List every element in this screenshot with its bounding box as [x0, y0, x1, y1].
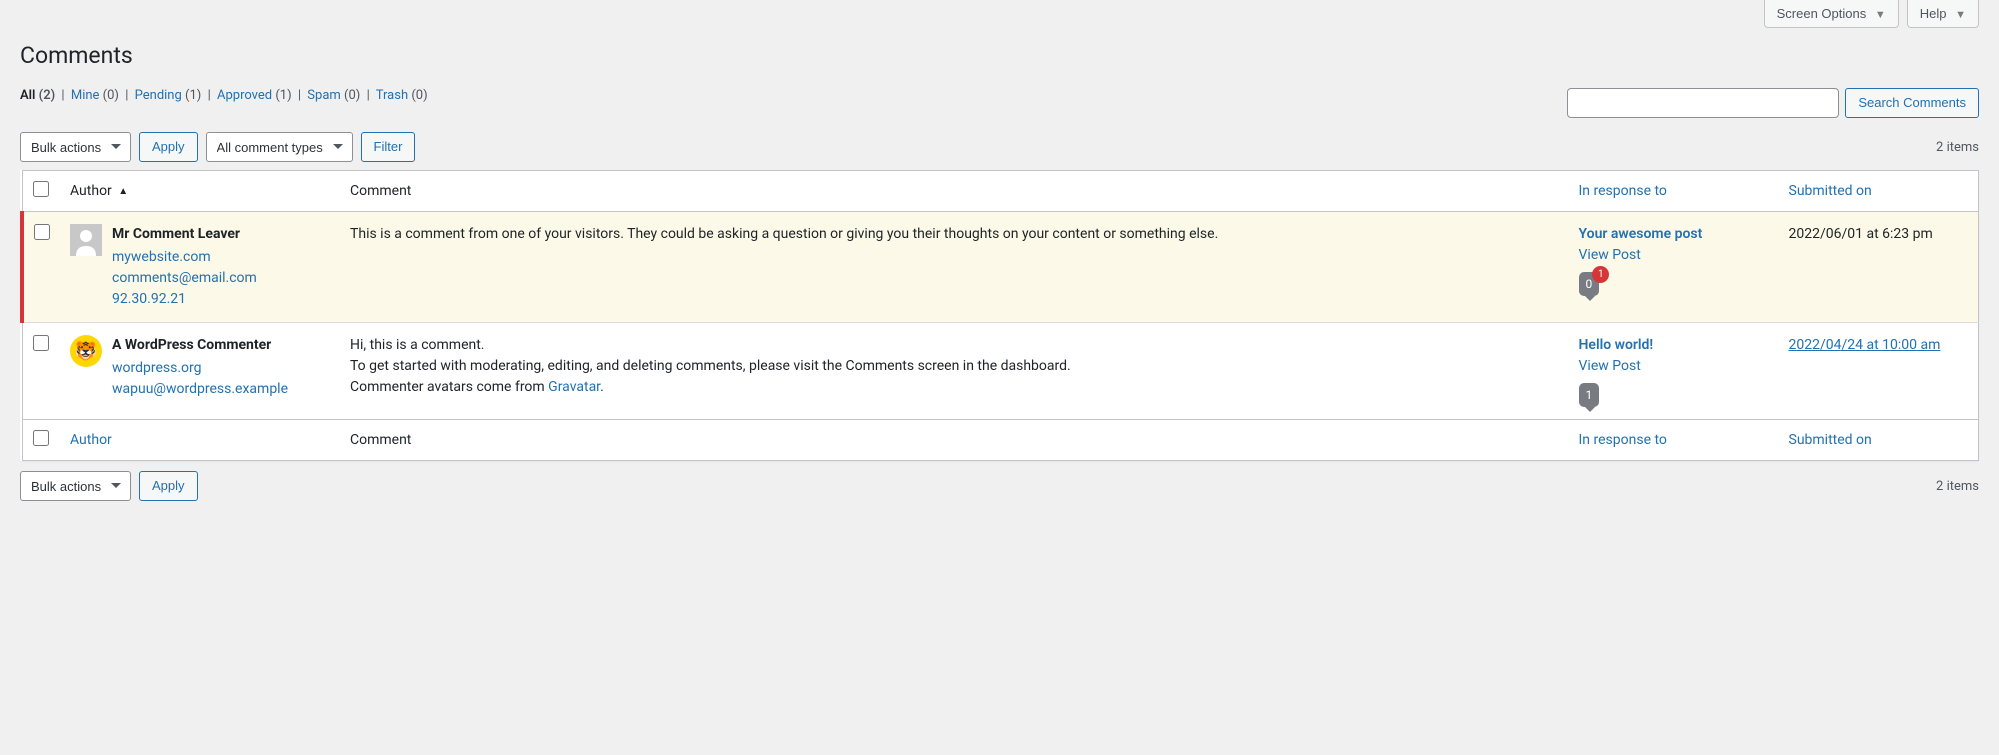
- screen-options-tab[interactable]: Screen Options ▼: [1764, 0, 1899, 28]
- comment-type-select[interactable]: All comment types: [206, 132, 353, 162]
- sort-response-bottom[interactable]: In response to: [1579, 432, 1667, 448]
- help-label: Help: [1920, 6, 1947, 21]
- apply-button-bottom[interactable]: Apply: [139, 471, 198, 501]
- author-name: A WordPress Commenter: [112, 335, 288, 356]
- filter-button[interactable]: Filter: [361, 132, 416, 162]
- pending-count-badge: 1: [1592, 266, 1609, 283]
- caret-down-icon: ▼: [1875, 9, 1886, 21]
- page-title: Comments: [20, 33, 1979, 73]
- status-filters: All (2) | Mine (0) | Pending (1) | Appro…: [20, 88, 428, 104]
- sort-asc-icon: ▲: [118, 186, 128, 197]
- avatar: [70, 224, 102, 256]
- sort-date-bottom[interactable]: Submitted on: [1789, 432, 1872, 448]
- response-post-link[interactable]: Your awesome post: [1579, 224, 1769, 245]
- gravatar-link[interactable]: Gravatar: [548, 379, 600, 395]
- avatar: 🐯: [70, 335, 102, 367]
- view-post-link[interactable]: View Post: [1579, 356, 1769, 377]
- table-row: 🐯 A WordPress Commenterwordpress.orgwapuu…: [22, 323, 1979, 420]
- help-tab[interactable]: Help ▼: [1907, 0, 1979, 28]
- filter-mine[interactable]: Mine (0): [71, 88, 122, 103]
- comments-table: Author ▲ Comment In response to Submitte…: [20, 170, 1979, 461]
- select-all-checkbox-bottom[interactable]: [33, 430, 49, 446]
- search-button[interactable]: Search Comments: [1845, 88, 1979, 118]
- author-ip-link[interactable]: 92.30.92.21: [112, 289, 257, 310]
- author-url-link[interactable]: wordpress.org: [112, 358, 288, 379]
- col-comment-bottom: Comment: [340, 420, 1569, 461]
- comment-count-bubble[interactable]: 1: [1579, 383, 1600, 407]
- filter-all[interactable]: All (2): [20, 88, 58, 103]
- caret-down-icon: ▼: [1955, 9, 1966, 21]
- apply-button[interactable]: Apply: [139, 132, 198, 162]
- item-count-bottom: 2 items: [1936, 479, 1979, 494]
- sort-date[interactable]: Submitted on: [1789, 183, 1872, 199]
- response-post-link[interactable]: Hello world!: [1579, 335, 1769, 356]
- sort-author[interactable]: Author ▲: [70, 183, 128, 199]
- screen-options-label: Screen Options: [1777, 6, 1867, 21]
- author-email-link[interactable]: comments@email.com: [112, 268, 257, 289]
- submitted-date-link[interactable]: 2022/04/24 at 10:00 am: [1789, 337, 1941, 353]
- submitted-date: 2022/06/01 at 6:23 pm: [1789, 226, 1933, 242]
- bulk-actions-select-bottom[interactable]: Bulk actions: [20, 471, 131, 501]
- bulk-actions-select[interactable]: Bulk actions: [20, 132, 131, 162]
- author-email-link[interactable]: wapuu@wordpress.example: [112, 379, 288, 400]
- col-comment: Comment: [340, 171, 1569, 212]
- sort-response[interactable]: In response to: [1579, 183, 1667, 199]
- view-post-link[interactable]: View Post: [1579, 245, 1769, 266]
- row-checkbox[interactable]: [33, 335, 49, 351]
- filter-trash[interactable]: Trash (0): [376, 88, 428, 103]
- row-checkbox[interactable]: [34, 224, 50, 240]
- sort-author-bottom[interactable]: Author: [70, 432, 112, 448]
- comment-text: This is a comment from one of your visit…: [350, 224, 1559, 245]
- comment-text: Hi, this is a comment.To get started wit…: [350, 335, 1559, 398]
- filter-approved[interactable]: Approved (1): [217, 88, 295, 103]
- item-count: 2 items: [1936, 140, 1979, 155]
- author-url-link[interactable]: mywebsite.com: [112, 247, 257, 268]
- filter-spam[interactable]: Spam (0): [307, 88, 363, 103]
- filter-pending[interactable]: Pending (1): [135, 88, 205, 103]
- select-all-checkbox[interactable]: [33, 181, 49, 197]
- author-name: Mr Comment Leaver: [112, 224, 257, 245]
- table-row: Mr Comment Leavermywebsite.comcomments@e…: [22, 212, 1979, 323]
- search-input[interactable]: [1567, 88, 1839, 118]
